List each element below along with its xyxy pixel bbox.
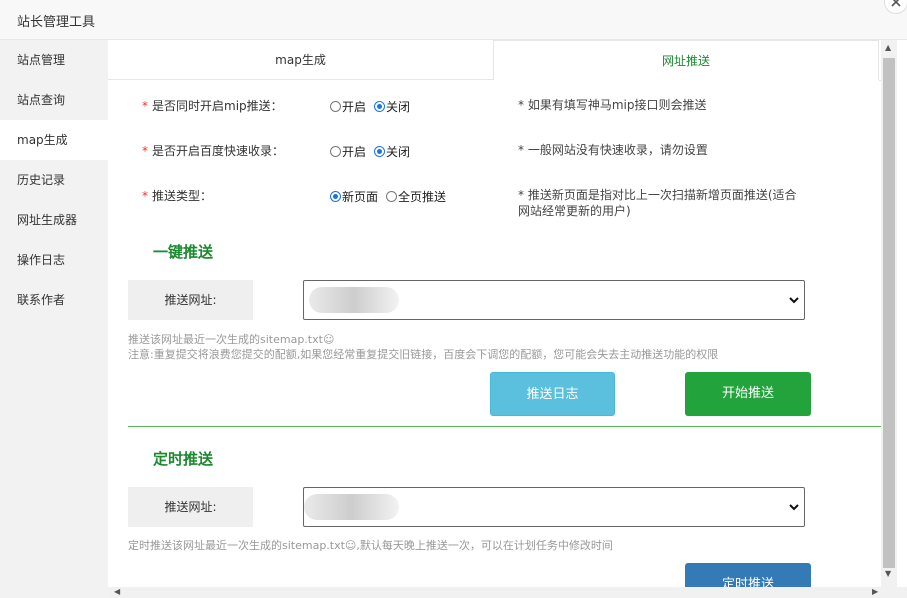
- timed-push-title: 定时推送: [153, 450, 214, 468]
- scroll-right-icon[interactable]: ▶: [872, 588, 878, 596]
- new-page-radio[interactable]: 新页面: [330, 188, 378, 205]
- sidebar: 站点管理 站点查询 map生成 历史记录 网址生成器 操作日志 联系作者: [0, 40, 108, 598]
- required-mark: *: [142, 144, 148, 158]
- title-bar: 站长管理工具: [0, 0, 907, 40]
- mip-push-label: * 是否同时开启mip推送：: [142, 99, 283, 113]
- vertical-scrollbar[interactable]: ▲ ▼: [881, 40, 897, 587]
- blurred-url: [309, 287, 399, 313]
- full-push-radio[interactable]: 全页推送: [386, 188, 446, 205]
- sidebar-item-history[interactable]: 历史记录: [0, 160, 108, 200]
- scroll-left-icon[interactable]: ◀: [114, 588, 120, 596]
- mip-push-options: 开启 关闭: [330, 98, 410, 115]
- scroll-up-icon[interactable]: ▲: [885, 44, 891, 52]
- radio-checked-icon: [330, 191, 341, 202]
- fast-index-options: 开启 关闭: [330, 143, 410, 160]
- push-type-label: * 推送类型：: [142, 189, 213, 203]
- chevron-down-icon: [789, 504, 799, 511]
- timed-push-button[interactable]: 定时推送: [685, 563, 811, 587]
- required-mark: *: [142, 189, 148, 203]
- sidebar-item-url-generator[interactable]: 网址生成器: [0, 200, 108, 240]
- mip-on-radio[interactable]: 开启: [330, 98, 366, 115]
- radio-icon: [330, 146, 341, 157]
- start-push-button[interactable]: 开始推送: [685, 372, 811, 416]
- fast-on-radio[interactable]: 开启: [330, 143, 366, 160]
- horizontal-scrollbar[interactable]: ◀ ▶: [108, 587, 907, 598]
- radio-checked-icon: [374, 146, 386, 157]
- sidebar-item-site-management[interactable]: 站点管理: [0, 40, 108, 80]
- fast-index-label: * 是否开启百度快速收录：: [142, 144, 285, 158]
- push-type-hint: * 推送新页面是指对比上一次扫描新增页面推送(适合网站经常更新的用户): [518, 188, 797, 218]
- chevron-down-icon: [789, 297, 799, 304]
- sidebar-item-contact-author[interactable]: 联系作者: [0, 280, 108, 320]
- blurred-url: [304, 494, 399, 520]
- timed-url-select[interactable]: [303, 487, 805, 527]
- push-url-select[interactable]: [303, 280, 805, 320]
- close-icon: [891, 0, 901, 7]
- sidebar-item-operation-log[interactable]: 操作日志: [0, 240, 108, 280]
- section-divider: [128, 426, 881, 427]
- one-click-push-title: 一键推送: [153, 243, 214, 261]
- tab-map-generate[interactable]: map生成: [108, 40, 494, 80]
- mip-push-row: * 是否同时开启mip推送： 开启 关闭 * 如果有填写神马mip接口则会推送: [108, 97, 881, 137]
- push-type-options: 新页面 全页推送: [330, 188, 446, 205]
- main-content: map生成 网址推送 * 是否同时开启mip推送： 开启 关闭 * 如果有填写神马…: [108, 40, 881, 587]
- radio-icon: [386, 191, 398, 202]
- scrollbar-thumb[interactable]: [883, 58, 895, 568]
- push-note: 推送该网址最近一次生成的sitemap.txt☺: [128, 333, 335, 346]
- mip-off-radio[interactable]: 关闭: [374, 98, 410, 115]
- push-log-button[interactable]: 推送日志: [490, 372, 615, 416]
- window-title: 站长管理工具: [17, 15, 96, 30]
- push-warning: 注意:重复提交将浪费您提交的配额,如果您经常重复提交旧链接，百度会下调您的配额，…: [128, 348, 719, 361]
- fast-index-hint: * 一般网站没有快速收录，请勿设置: [518, 143, 708, 157]
- scroll-down-icon[interactable]: ▼: [885, 570, 891, 578]
- timed-url-label: 推送网址:: [128, 487, 253, 527]
- tab-bar: map生成 网址推送: [108, 40, 881, 81]
- radio-checked-icon: [374, 101, 386, 112]
- fast-index-row: * 是否开启百度快速收录： 开启 关闭 * 一般网站没有快速收录，请勿设置: [108, 142, 881, 182]
- timed-push-note: 定时推送该网址最近一次生成的sitemap.txt☺,默认每天晚上推送一次，可以…: [128, 539, 613, 552]
- tab-url-push[interactable]: 网址推送: [494, 40, 879, 80]
- fast-off-radio[interactable]: 关闭: [374, 143, 410, 160]
- mip-push-hint: * 如果有填写神马mip接口则会推送: [518, 98, 707, 112]
- sidebar-item-site-query[interactable]: 站点查询: [0, 80, 108, 120]
- required-mark: *: [142, 99, 148, 113]
- push-type-row: * 推送类型： 新页面 全页推送 * 推送新页面是指对比上一次扫描新增页面推送(适…: [108, 187, 881, 227]
- push-url-label: 推送网址:: [128, 280, 253, 320]
- sidebar-item-map-generate[interactable]: map生成: [0, 120, 108, 160]
- radio-icon: [330, 101, 341, 112]
